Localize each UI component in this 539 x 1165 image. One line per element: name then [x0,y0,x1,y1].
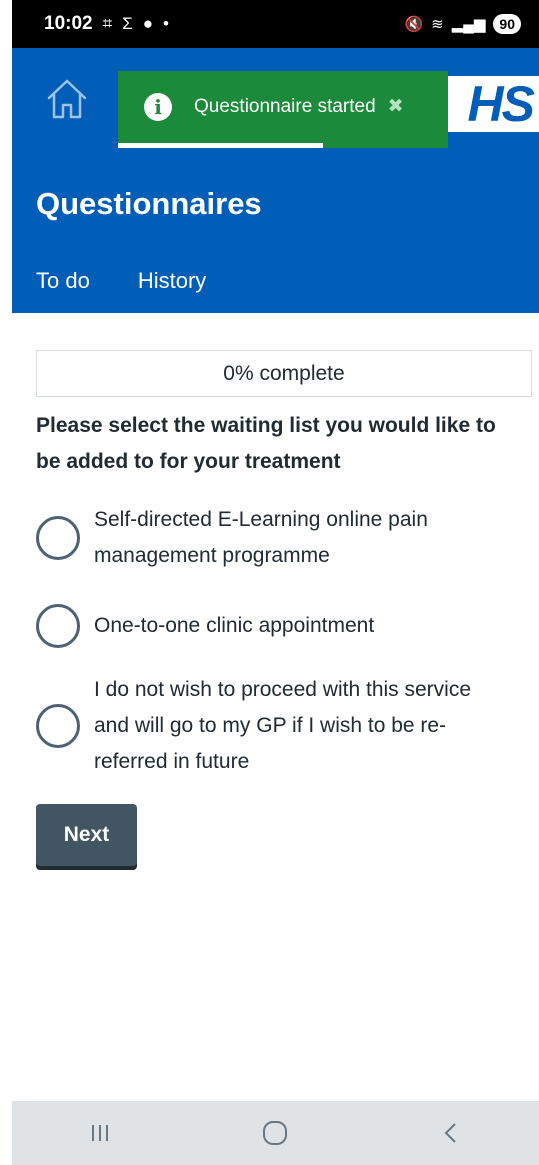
sigma-icon: Σ [122,14,133,33]
tab-bar: To do History [36,268,206,294]
screenshot-icon: ⌗ [102,14,113,33]
status-bar: 10:02 ⌗ Σ ● • 🔇 ≋ ▂▄▆ 90 [12,0,539,48]
option-label: One-to-one clinic appointment [94,614,375,637]
radio-button[interactable] [36,604,80,648]
system-nav-bar [12,1101,539,1165]
dot-icon: • [162,14,169,33]
radio-button[interactable] [36,704,80,748]
toast-notification: i Questionnaire started ✖ [118,71,448,148]
status-time: 10:02 [44,13,93,34]
wifi-icon: ≋ [431,16,444,33]
option-clinic-appointment[interactable]: One-to-one clinic appointment [36,604,374,648]
back-icon [444,1123,456,1143]
recents-icon [91,1125,108,1141]
tab-to-do[interactable]: To do [36,268,90,294]
toast-message: Questionnaire started [194,95,376,117]
question-text: Please select the waiting list you would… [36,414,496,473]
close-icon[interactable]: ✖ [388,95,404,118]
next-button[interactable]: Next [36,804,137,866]
mute-icon: 🔇 [404,16,424,33]
radio-button[interactable] [36,516,80,560]
page-title: Questionnaires [36,186,262,221]
option-e-learning[interactable]: Self-directed E-Learning online pain man… [36,502,494,574]
home-nav-button[interactable] [245,1113,305,1153]
progress-indicator: 0% complete [36,350,532,397]
option-label: Self-directed E-Learning online pain man… [94,508,428,567]
toast-timer-bar [118,143,323,148]
home-circle-icon [263,1121,288,1145]
nhs-logo: HS [447,76,539,132]
back-button[interactable] [421,1113,481,1153]
tab-history[interactable]: History [138,268,206,294]
option-decline-service[interactable]: I do not wish to proceed with this servi… [36,672,504,780]
progress-text: 0% complete [223,361,345,385]
signal-icon: ▂▄▆ [451,16,486,33]
info-icon: i [144,92,172,121]
recents-button[interactable] [70,1113,130,1153]
option-label: I do not wish to proceed with this servi… [94,678,472,773]
home-icon[interactable] [44,76,90,122]
facebook-icon: ● [142,14,153,33]
battery-badge: 90 [493,14,521,34]
